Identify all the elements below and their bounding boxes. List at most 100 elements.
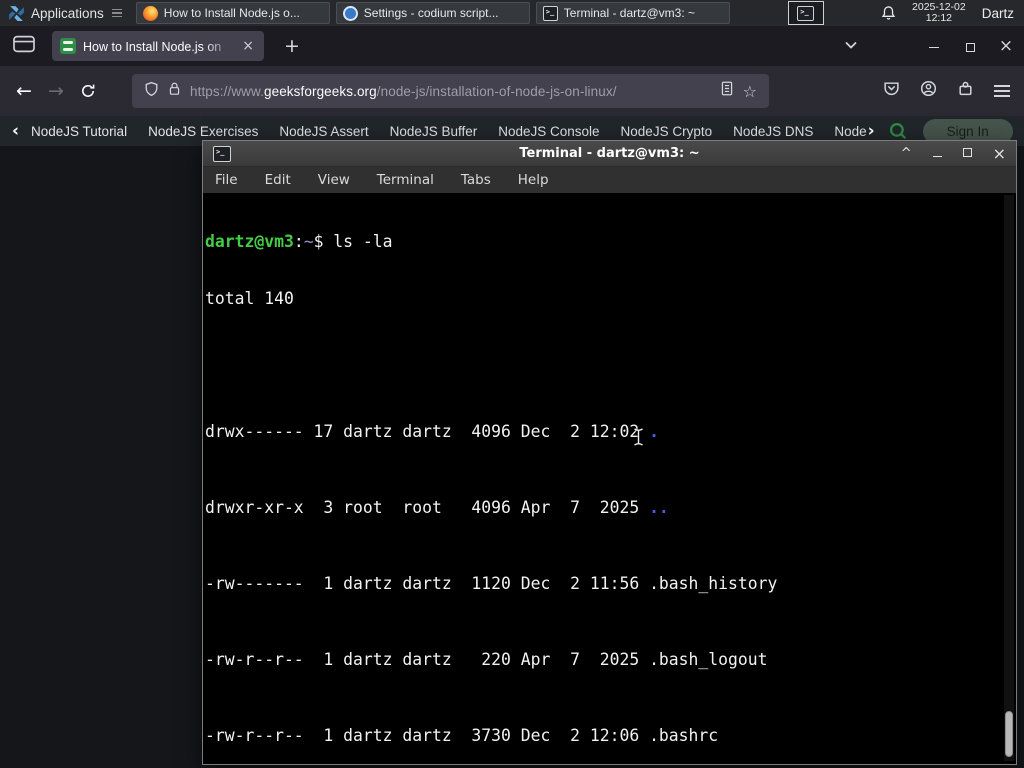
terminal-shade-button[interactable]: ^: [901, 147, 912, 160]
terminal-title-bar[interactable]: Terminal - dartz@vm3: ~ ^ ×: [203, 141, 1016, 167]
file-meta: drwxr-xr-x 3 root root 4096 Apr 7 2025: [205, 498, 650, 517]
prompt-colon: :: [293, 232, 304, 251]
url-domain: geeksforgeeks.org: [263, 83, 377, 99]
desktop: Applications How to Install Node.js o...…: [0, 0, 1024, 768]
nav-scroll-right-icon[interactable]: ›: [868, 121, 875, 141]
site-nav-link[interactable]: NodeJS Buffer: [390, 124, 478, 139]
nav-scroll-left-icon[interactable]: ‹: [12, 121, 19, 141]
terminal-listing-line: -rw-r--r-- 1 dartz dartz 220 Apr 7 2025 …: [205, 650, 1014, 669]
terminal-menu-item[interactable]: Edit: [265, 172, 291, 188]
terminal-minimize-button[interactable]: [932, 147, 942, 160]
taskbar-window-button[interactable]: Settings - codium script...: [335, 2, 530, 24]
reader-mode-icon[interactable]: [720, 81, 734, 101]
site-nav-items: NodeJS Tutorial NodeJS Exercises NodeJS …: [31, 124, 813, 139]
bookmark-star-icon[interactable]: ☆: [743, 82, 757, 101]
file-name: .bash_history: [649, 574, 778, 593]
panel-clock[interactable]: 2025-12-02 12:12: [912, 1, 966, 25]
terminal-listing-line: -rw------- 1 dartz dartz 1120 Dec 2 11:5…: [205, 574, 1014, 593]
terminal-window: Terminal - dartz@vm3: ~ ^ × File Edit Vi…: [202, 140, 1017, 765]
menu-hamburger-icon[interactable]: [994, 85, 1010, 97]
browser-minimize-button[interactable]: [916, 38, 952, 54]
prompt-path: ~: [303, 232, 314, 251]
prompt-user-host: dartz@vm3: [205, 232, 294, 251]
tab-close-icon[interactable]: ×: [240, 39, 256, 53]
file-name: .bashrc: [649, 726, 719, 745]
url-bar[interactable]: https://www.geeksforgeeks.org/node-js/in…: [132, 74, 769, 108]
file-meta: -rw------- 1 dartz dartz 1120 Dec 2 11:5…: [205, 574, 650, 593]
browser-tab-active[interactable]: How to Install Node.js on ×: [52, 31, 264, 61]
url-path: /node-js/installation-of-node-js-on-linu…: [376, 83, 617, 99]
list-all-tabs-icon[interactable]: [844, 37, 858, 55]
back-button[interactable]: ←: [8, 75, 40, 107]
window-app-icon: [342, 5, 358, 21]
browser-maximize-button[interactable]: [952, 38, 988, 54]
taskbar-window-button[interactable]: Terminal - dartz@vm3: ~: [535, 2, 730, 24]
url-text[interactable]: https://www.geeksforgeeks.org/node-js/in…: [190, 84, 711, 99]
terminal-menu-item[interactable]: View: [318, 172, 350, 188]
terminal-menu-item[interactable]: Help: [518, 172, 549, 188]
terminal-menu-item[interactable]: Terminal: [377, 172, 434, 188]
browser-toolbar: ← → https://www.geeksforgeeks.org/node-j…: [0, 66, 1024, 116]
account-icon[interactable]: [920, 80, 937, 102]
site-nav-link[interactable]: NodeJS Crypto: [621, 124, 713, 139]
terminal-listing: drwx------ 17 dartz dartz 4096 Dec 2 12:…: [205, 346, 1014, 762]
applications-label: Applications: [31, 5, 104, 21]
terminal-close-button[interactable]: ×: [993, 145, 1006, 161]
taskbar-window-button[interactable]: How to Install Node.js o...: [135, 2, 330, 24]
terminal-maximize-button[interactable]: [962, 147, 972, 160]
desktop-panel: Applications How to Install Node.js o...…: [0, 0, 1024, 26]
geeksforgeeks-favicon: [60, 38, 76, 54]
applications-menu-button[interactable]: Applications: [0, 0, 130, 26]
distro-logo-icon: [9, 5, 24, 21]
terminal-listing-line: drwxr-xr-x 3 root root 4096 Apr 7 2025 .…: [205, 498, 1014, 517]
taskbar-window-label: Settings - codium script...: [363, 6, 499, 20]
forward-button[interactable]: →: [40, 75, 72, 107]
terminal-window-title: Terminal - dartz@vm3: ~: [519, 146, 700, 161]
new-tab-button[interactable]: +: [278, 35, 306, 57]
site-nav-link[interactable]: NodeJS Assert: [279, 124, 368, 139]
terminal-scrollbar-thumb[interactable]: [1005, 711, 1013, 757]
file-meta: drwx------ 17 dartz dartz 4096 Dec 2 12:…: [205, 422, 650, 441]
browser-close-button[interactable]: ×: [988, 37, 1024, 55]
extensions-puzzle-icon[interactable]: [957, 80, 974, 102]
taskbar-buttons: How to Install Node.js o... Settings - c…: [130, 2, 730, 24]
site-nav-link[interactable]: NodeJS DNS: [733, 124, 813, 139]
file-name: .bash_logout: [649, 650, 768, 669]
logged-in-user-label: Dartz: [981, 5, 1014, 21]
site-nav-link-truncated[interactable]: Node: [834, 124, 866, 139]
terminal-menu-item[interactable]: File: [215, 172, 238, 188]
site-search-icon[interactable]: [888, 121, 908, 141]
prompt-command: $ ls -la: [313, 232, 393, 251]
notification-bell-icon[interactable]: [881, 5, 896, 21]
clock-time: 12:12: [925, 12, 953, 24]
site-nav-link[interactable]: NodeJS Console: [498, 124, 599, 139]
terminal-prompt-line: dartz@vm3:~$ ls -la: [205, 232, 1014, 251]
terminal-total-line: total 140: [205, 289, 294, 308]
tracking-shield-icon[interactable]: [144, 81, 159, 102]
file-meta: -rw-r--r-- 1 dartz dartz 3730 Dec 2 12:0…: [205, 726, 650, 745]
file-meta: -rw-r--r-- 1 dartz dartz 220 Apr 7 2025: [205, 650, 650, 669]
reload-button[interactable]: [72, 75, 104, 107]
pocket-icon[interactable]: [883, 80, 900, 102]
file-name: .: [649, 422, 659, 441]
terminal-menu-item[interactable]: Tabs: [461, 172, 491, 188]
firefox-view-icon[interactable]: [12, 34, 36, 59]
taskbar-window-label: How to Install Node.js o...: [163, 6, 300, 20]
tab-title: How to Install Node.js on: [83, 40, 222, 54]
ibeam-mouse-cursor: [632, 427, 645, 452]
window-app-icon: [542, 5, 558, 21]
panel-status-area: 2025-12-02 12:12 Dartz: [881, 1, 1024, 25]
terminal-icon: [797, 5, 815, 21]
menu-lines-icon: [111, 7, 122, 20]
window-app-icon: [142, 5, 158, 21]
terminal-scrollbar[interactable]: [1004, 195, 1014, 761]
terminal-listing-line: -rw-r--r-- 1 dartz dartz 3730 Dec 2 12:0…: [205, 726, 1014, 745]
terminal-output[interactable]: dartz@vm3:~$ ls -la total 140 drwx------…: [205, 194, 1014, 762]
terminal-menu-bar: File Edit View Terminal Tabs Help: [203, 167, 1016, 193]
browser-tab-bar: How to Install Node.js on × + ×: [0, 26, 1024, 66]
lock-icon[interactable]: [168, 81, 181, 101]
taskbar-window-label: Terminal - dartz@vm3: ~: [563, 6, 696, 20]
site-nav-link[interactable]: NodeJS Exercises: [148, 124, 258, 139]
terminal-launcher-button[interactable]: [787, 1, 824, 25]
site-nav-link[interactable]: NodeJS Tutorial: [31, 124, 127, 139]
